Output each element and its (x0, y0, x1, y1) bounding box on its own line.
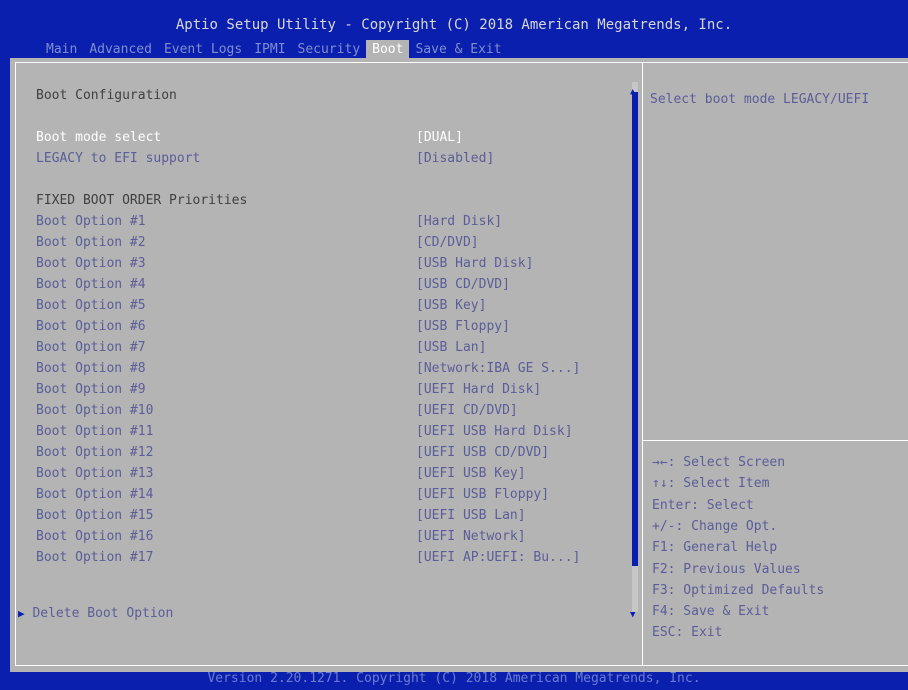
boot-option-label[interactable]: Boot Option #10 (36, 403, 153, 418)
legacy-efi-label[interactable]: LEGACY to EFI support (36, 151, 200, 166)
boot-option-label[interactable]: Boot Option #6 (36, 319, 146, 334)
boot-option-value[interactable]: [UEFI USB Key] (416, 466, 526, 481)
key-hint: ↑↓: Select Item (652, 476, 770, 492)
boot-option-value[interactable]: [CD/DVD] (416, 235, 479, 250)
boot-mode-label[interactable]: Boot mode select (36, 130, 161, 145)
boot-option-value[interactable]: [UEFI Network] (416, 529, 526, 544)
boot-option-value[interactable]: [UEFI Hard Disk] (416, 382, 541, 397)
boot-option-value[interactable]: [UEFI USB Hard Disk] (416, 424, 573, 439)
priorities-title: FIXED BOOT ORDER Priorities (36, 193, 248, 208)
footer-version: Version 2.20.1271. Copyright (C) 2018 Am… (207, 671, 701, 686)
boot-option-label[interactable]: Boot Option #12 (36, 445, 153, 460)
help-divider (643, 440, 908, 441)
scroll-up-icon[interactable]: ▲ (630, 87, 635, 97)
boot-option-label[interactable]: Boot Option #11 (36, 424, 153, 439)
legacy-efi-value[interactable]: [Disabled] (416, 151, 494, 166)
boot-option-label[interactable]: Boot Option #9 (36, 382, 146, 397)
boot-option-label[interactable]: Boot Option #5 (36, 298, 146, 313)
tab-ipmi[interactable]: IPMI (248, 40, 291, 59)
boot-option-value[interactable]: [UEFI AP:UEFI: Bu...] (416, 550, 580, 565)
boot-option-value[interactable]: [USB CD/DVD] (416, 277, 510, 292)
boot-option-value[interactable]: [USB Lan] (416, 340, 486, 355)
tab-security[interactable]: Security (292, 40, 367, 59)
section-title: Boot Configuration (36, 88, 177, 103)
boot-mode-value[interactable]: [DUAL] (416, 130, 463, 145)
delete-boot-option[interactable]: ▶ Delete Boot Option (18, 606, 173, 621)
tab-main[interactable]: Main (40, 40, 83, 59)
tab-boot[interactable]: Boot (366, 40, 410, 59)
boot-option-value[interactable]: [USB Hard Disk] (416, 256, 533, 271)
panel-divider (642, 63, 643, 666)
delete-boot-option-label: Delete Boot Option (32, 606, 174, 621)
key-hint: ESC: Exit (652, 625, 723, 641)
boot-option-value[interactable]: [UEFI USB Lan] (416, 508, 526, 523)
boot-option-label[interactable]: Boot Option #14 (36, 487, 153, 502)
key-hint: F4: Save & Exit (652, 604, 770, 620)
key-hint: F2: Previous Values (652, 561, 801, 577)
boot-option-value[interactable]: [USB Key] (416, 298, 486, 313)
tab-advanced[interactable]: Advanced (83, 40, 158, 59)
help-description: Select boot mode LEGACY/UEFI (650, 92, 870, 107)
app-title: Aptio Setup Utility - Copyright (C) 2018… (175, 17, 733, 33)
scrollbar-thumb[interactable] (632, 92, 638, 566)
tab-bar: Main Advanced Event Logs IPMI Security B… (40, 40, 508, 59)
boot-option-label[interactable]: Boot Option #2 (36, 235, 146, 250)
boot-option-value[interactable]: [USB Floppy] (416, 319, 510, 334)
boot-option-value[interactable]: [UEFI CD/DVD] (416, 403, 518, 418)
boot-option-label[interactable]: Boot Option #8 (36, 361, 146, 376)
boot-option-label[interactable]: Boot Option #3 (36, 256, 146, 271)
boot-option-value[interactable]: [UEFI USB Floppy] (416, 487, 549, 502)
boot-option-label[interactable]: Boot Option #16 (36, 529, 153, 544)
key-hint: F3: Optimized Defaults (652, 582, 825, 598)
boot-option-value[interactable]: [UEFI USB CD/DVD] (416, 445, 549, 460)
boot-option-label[interactable]: Boot Option #4 (36, 277, 146, 292)
key-hint: +/-: Change Opt. (652, 518, 778, 534)
tab-event-logs[interactable]: Event Logs (158, 40, 248, 59)
boot-option-label[interactable]: Boot Option #15 (36, 508, 153, 523)
boot-option-label[interactable]: Boot Option #1 (36, 214, 146, 229)
key-hint: Enter: Select (652, 497, 754, 513)
key-hint: →←: Select Screen (652, 455, 786, 470)
submenu-arrow-icon: ▶ (18, 607, 25, 620)
scroll-down-icon[interactable]: ▼ (630, 610, 635, 620)
boot-option-label[interactable]: Boot Option #17 (36, 550, 153, 565)
boot-option-label[interactable]: Boot Option #13 (36, 466, 153, 481)
boot-option-value[interactable]: [Hard Disk] (416, 214, 502, 229)
key-hint: F1: General Help (652, 540, 778, 556)
boot-option-value[interactable]: [Network:IBA GE S...] (416, 361, 580, 376)
boot-option-label[interactable]: Boot Option #7 (36, 340, 146, 355)
tab-save-exit[interactable]: Save & Exit (409, 40, 507, 59)
setup-panel: ▲ ▼ Boot Configuration Boot mode select … (10, 58, 908, 672)
